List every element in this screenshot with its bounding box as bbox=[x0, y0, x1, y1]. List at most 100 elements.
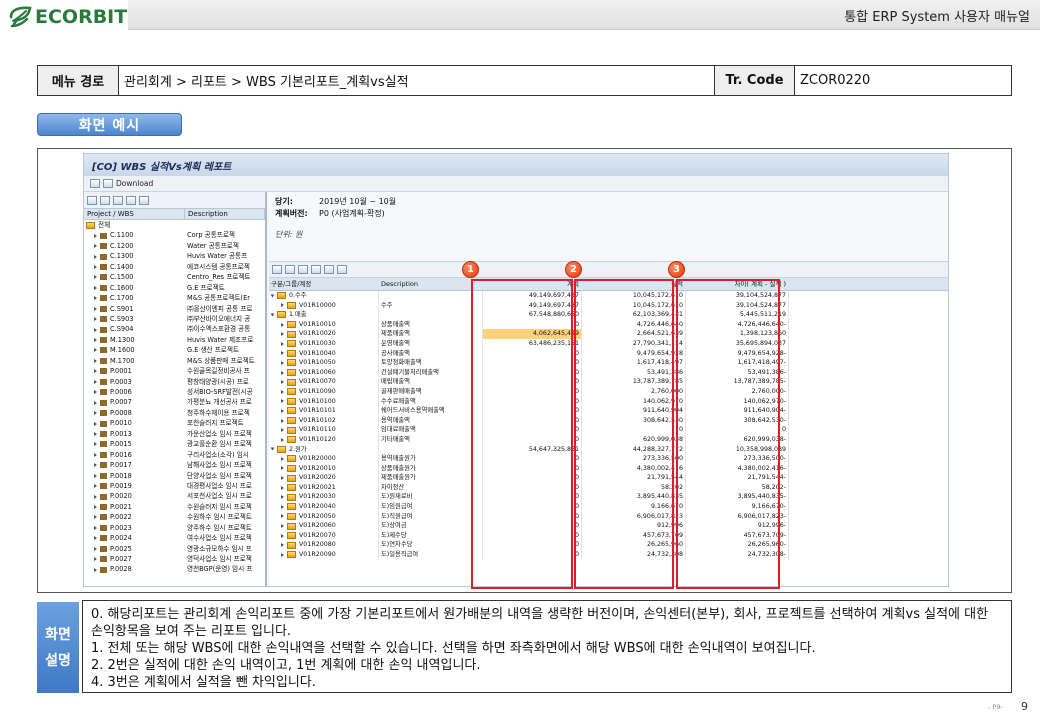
tree-item[interactable]: M.1700 M&S 상품판매 프로젝트 bbox=[84, 356, 265, 366]
expand-arrow-icon[interactable] bbox=[281, 533, 284, 538]
tree-item[interactable]: C.1700 M&S 공통프로젝트(Er bbox=[84, 293, 265, 303]
layout-icon[interactable] bbox=[337, 265, 347, 274]
expand-arrow-icon[interactable] bbox=[281, 552, 284, 557]
collapse-arrow-icon[interactable] bbox=[270, 447, 275, 451]
sort-icon[interactable] bbox=[113, 195, 123, 205]
info-icon[interactable] bbox=[90, 179, 100, 188]
tree-item[interactable]: C.S904 ㈜이수엑스포환경 공통 bbox=[84, 324, 265, 334]
tree-item[interactable]: P.0017 남해사업소 임시 프로젝 bbox=[84, 460, 265, 470]
expand-arrow-icon[interactable] bbox=[94, 369, 97, 374]
filter-icon[interactable] bbox=[126, 195, 136, 205]
expand-arrow-icon[interactable] bbox=[281, 543, 284, 548]
tree-item[interactable]: C.1300 Huvis Water 공통프 bbox=[84, 251, 265, 261]
tree-item[interactable]: C.1400 에코시스템 공통프로젝 bbox=[84, 262, 265, 272]
expand-arrow-icon[interactable] bbox=[94, 452, 97, 457]
tree-item[interactable]: C.1500 Centro_Res 프로젝트 bbox=[84, 272, 265, 282]
expand-arrow-icon[interactable] bbox=[94, 264, 97, 269]
expand-arrow-icon[interactable] bbox=[94, 327, 97, 332]
expand-arrow-icon[interactable] bbox=[94, 442, 97, 447]
expand-arrow-icon[interactable] bbox=[94, 348, 97, 353]
tree-item[interactable]: P.0020 서포천사업소 임시 프로 bbox=[84, 491, 265, 501]
print-icon[interactable] bbox=[324, 265, 334, 274]
tree-item[interactable]: C.1200 Water 공통프로젝 bbox=[84, 241, 265, 251]
tree-item[interactable]: P.0028 영천BGP(운영) 임시 프 bbox=[84, 564, 265, 574]
tree-item[interactable]: P.0027 영덕사업소 임시 프로젝 bbox=[84, 554, 265, 564]
expand-icon[interactable] bbox=[87, 195, 97, 205]
expand-arrow-icon[interactable] bbox=[281, 524, 284, 529]
expand-arrow-icon[interactable] bbox=[281, 495, 284, 500]
tree-item[interactable]: M.1300 Huvis Water 제조프로 bbox=[84, 335, 265, 345]
expand-arrow-icon[interactable] bbox=[94, 494, 97, 499]
expand-arrow-icon[interactable] bbox=[281, 360, 284, 365]
expand-arrow-icon[interactable] bbox=[94, 358, 97, 363]
expand-arrow-icon[interactable] bbox=[94, 390, 97, 395]
expand-arrow-icon[interactable] bbox=[94, 546, 97, 551]
expand-arrow-icon[interactable] bbox=[281, 428, 284, 433]
expand-arrow-icon[interactable] bbox=[94, 244, 97, 249]
tree-item[interactable]: C.1100 Corp 공통프로젝 bbox=[84, 230, 265, 240]
download-button[interactable]: Download bbox=[116, 179, 153, 188]
expand-arrow-icon[interactable] bbox=[94, 567, 97, 572]
collapse-icon[interactable] bbox=[100, 195, 110, 205]
expand-arrow-icon[interactable] bbox=[281, 504, 284, 509]
tree-item[interactable]: P.0021 수원슬러지 임시 프로젝 bbox=[84, 502, 265, 512]
expand-arrow-icon[interactable] bbox=[281, 380, 284, 385]
expand-arrow-icon[interactable] bbox=[94, 285, 97, 290]
expand-arrow-icon[interactable] bbox=[281, 389, 284, 394]
tree-item[interactable]: P.0023 양주하수 임시 프로젝트 bbox=[84, 523, 265, 533]
expand-arrow-icon[interactable] bbox=[94, 505, 97, 510]
tree-item[interactable]: C.1600 G.E 프로젝트 bbox=[84, 283, 265, 293]
collapse-icon[interactable] bbox=[285, 265, 295, 274]
expand-arrow-icon[interactable] bbox=[94, 421, 97, 426]
expand-arrow-icon[interactable] bbox=[94, 557, 97, 562]
tree-item[interactable]: P.0024 여수사업소 임시 프로젝 bbox=[84, 533, 265, 543]
expand-arrow-icon[interactable] bbox=[94, 254, 97, 259]
tree-item[interactable]: P.0010 포천슬러지 프로젝트 bbox=[84, 418, 265, 428]
expand-arrow-icon[interactable] bbox=[281, 332, 284, 337]
expand-arrow-icon[interactable] bbox=[94, 306, 97, 311]
expand-arrow-icon[interactable] bbox=[281, 341, 284, 346]
expand-arrow-icon[interactable] bbox=[94, 338, 97, 343]
expand-arrow-icon[interactable] bbox=[94, 463, 97, 468]
expand-arrow-icon[interactable] bbox=[281, 322, 284, 327]
expand-arrow-icon[interactable] bbox=[94, 233, 97, 238]
collapse-arrow-icon[interactable] bbox=[270, 313, 275, 317]
expand-arrow-icon[interactable] bbox=[281, 418, 284, 423]
expand-arrow-icon[interactable] bbox=[281, 303, 284, 308]
expand-arrow-icon[interactable] bbox=[94, 525, 97, 530]
tree-item[interactable]: P.0013 가운산업소 임시 프로젝 bbox=[84, 429, 265, 439]
expand-arrow-icon[interactable] bbox=[94, 296, 97, 301]
expand-arrow-icon[interactable] bbox=[94, 515, 97, 520]
expand-arrow-icon[interactable] bbox=[281, 399, 284, 404]
tree-item[interactable]: P.0025 영광소규모하수 임시 프 bbox=[84, 544, 265, 554]
expand-arrow-icon[interactable] bbox=[281, 485, 284, 490]
expand-arrow-icon[interactable] bbox=[281, 514, 284, 519]
expand-arrow-icon[interactable] bbox=[94, 473, 97, 478]
tree-item[interactable]: P.0015 광교플순환 임시 프로젝 bbox=[84, 439, 265, 449]
tree-item[interactable]: C.S903 ㈜부산바이오에너지 공 bbox=[84, 314, 265, 324]
expand-arrow-icon[interactable] bbox=[94, 484, 97, 489]
tree-item[interactable]: C.S901 ㈜올산이엔피 공통 프로 bbox=[84, 304, 265, 314]
tree-root[interactable]: 전체 bbox=[84, 220, 265, 230]
tree-item[interactable]: P.0001 수원골목길정비공사 프 bbox=[84, 366, 265, 376]
tree-item[interactable]: M.1600 G.E 생산 프로젝트 bbox=[84, 345, 265, 355]
expand-arrow-icon[interactable] bbox=[281, 370, 284, 375]
filter-icon[interactable] bbox=[311, 265, 321, 274]
expand-arrow-icon[interactable] bbox=[94, 379, 97, 384]
expand-arrow-icon[interactable] bbox=[281, 351, 284, 356]
tree-item[interactable]: P.0022 수원하수 임시 프로젝트 bbox=[84, 512, 265, 522]
tree-item[interactable]: P.0008 청주하수재이용 프로젝 bbox=[84, 408, 265, 418]
collapse-arrow-icon[interactable] bbox=[270, 294, 275, 298]
expand-arrow-icon[interactable] bbox=[94, 431, 97, 436]
tree-item[interactable]: P.0003 평창태양광(시공) 프로 bbox=[84, 377, 265, 387]
expand-arrow-icon[interactable] bbox=[281, 456, 284, 461]
tree-item[interactable]: P.0018 단양사업소 임시 프로젝 bbox=[84, 471, 265, 481]
expand-arrow-icon[interactable] bbox=[94, 411, 97, 416]
expand-arrow-icon[interactable] bbox=[94, 400, 97, 405]
layout-icon[interactable] bbox=[139, 195, 149, 205]
tree-item[interactable]: P.0007 가평분뇨 개선공사 프로 bbox=[84, 397, 265, 407]
expand-arrow-icon[interactable] bbox=[281, 476, 284, 481]
expand-arrow-icon[interactable] bbox=[94, 317, 97, 322]
expand-icon[interactable] bbox=[272, 265, 282, 274]
tree-item[interactable]: P.0016 구리사업소(소각) 임시 bbox=[84, 450, 265, 460]
